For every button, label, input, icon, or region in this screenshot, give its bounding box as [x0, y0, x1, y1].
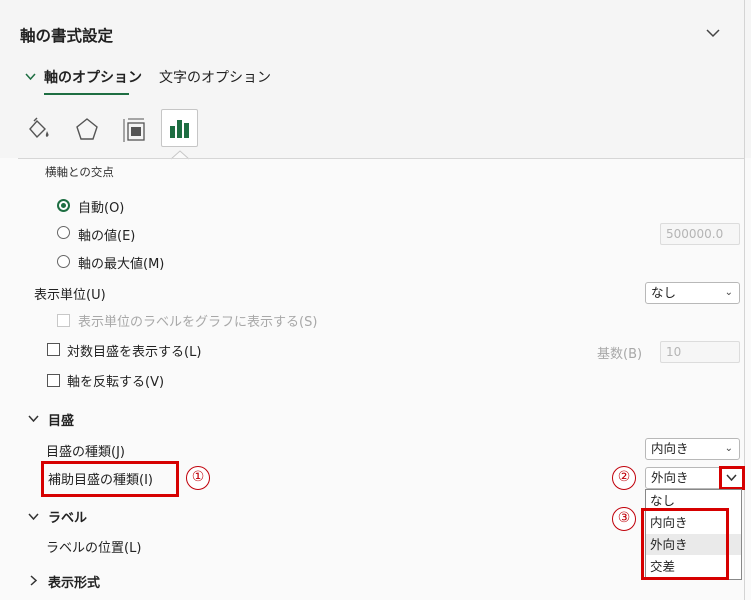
minor-tick-value: 外向き	[651, 470, 689, 485]
annotation-1: ①	[186, 466, 210, 490]
radio-max-value[interactable]	[57, 255, 70, 268]
label-position-label: ラベルの位置(L)	[46, 541, 142, 556]
highlight-box-3	[641, 508, 729, 580]
axis-cross-heading: 横軸との交点	[45, 165, 114, 179]
show-units-label-text: 表示単位のラベルをグラフに表示する(S)	[78, 315, 318, 330]
radio-max-value-label: 軸の最大値(M)	[78, 257, 165, 272]
size-properties-icon[interactable]	[121, 116, 149, 144]
axis-value-input[interactable]: 500000.0	[660, 223, 740, 245]
display-units-select[interactable]: なし ⌄	[645, 282, 740, 304]
pane-right-border	[744, 0, 745, 600]
section-expand-icon[interactable]	[28, 513, 39, 521]
axis-options-icon	[170, 120, 189, 138]
major-tick-label: 目盛の種類(J)	[46, 445, 125, 460]
major-tick-value: 内向き	[651, 441, 689, 456]
section-collapse-icon[interactable]	[30, 575, 38, 586]
log-scale-checkbox[interactable]	[47, 343, 60, 356]
radio-axis-value[interactable]	[57, 226, 70, 239]
tab-chevron-icon	[25, 73, 36, 81]
tick-marks-section[interactable]: 目盛	[48, 410, 74, 429]
radio-axis-value-label: 軸の値(E)	[78, 229, 136, 244]
fill-line-icon[interactable]	[26, 117, 52, 141]
tab-active-underline	[44, 93, 129, 95]
radio-auto[interactable]	[57, 199, 70, 212]
minor-tick-label: 補助目盛の種類(I)	[48, 473, 153, 488]
reverse-axis-checkbox[interactable]	[47, 374, 60, 387]
section-separator	[18, 158, 744, 159]
number-format-section[interactable]: 表示形式	[48, 572, 100, 591]
log-scale-label: 対数目盛を表示する(L)	[67, 345, 202, 360]
labels-section[interactable]: ラベル	[48, 507, 87, 526]
axis-options-tab-button[interactable]	[161, 109, 198, 147]
chevron-down-icon[interactable]	[706, 28, 720, 38]
radio-auto-label: 自動(O)	[78, 201, 125, 216]
dropdown-arrow-icon: ⌄	[724, 287, 733, 298]
tab-axis-options[interactable]: 軸のオプション	[44, 67, 142, 87]
chevron-down-icon[interactable]	[726, 474, 737, 482]
dropdown-arrow-icon: ⌄	[724, 443, 733, 454]
show-units-label-checkbox[interactable]	[57, 314, 70, 327]
log-base-input[interactable]: 10	[660, 341, 740, 363]
reverse-axis-label: 軸を反転する(V)	[67, 375, 165, 390]
major-tick-select[interactable]: 内向き ⌄	[645, 438, 740, 460]
tab-text-options[interactable]: 文字のオプション	[159, 67, 271, 87]
annotation-2: ②	[612, 466, 636, 490]
section-expand-icon[interactable]	[28, 415, 39, 423]
pane-title: 軸の書式設定	[20, 27, 114, 45]
display-units-value: なし	[651, 285, 677, 300]
annotation-3: ③	[612, 507, 636, 531]
display-units-label: 表示単位(U)	[34, 288, 106, 303]
log-base-label: 基数(B)	[597, 347, 643, 362]
effects-icon[interactable]	[74, 116, 100, 142]
